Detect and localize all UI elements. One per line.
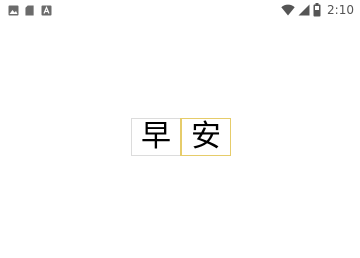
signal-icon [298, 4, 310, 16]
notification-icons [8, 4, 52, 16]
character-cell-2[interactable]: 安 [180, 118, 231, 156]
image-icon [8, 5, 19, 15]
battery-icon [313, 3, 321, 17]
screen: 2:10 早 安 [0, 0, 360, 258]
clock-time: 2:10 [327, 3, 354, 17]
greeting-display: 早 安 [131, 118, 231, 156]
sd-card-icon [25, 5, 34, 16]
character-cell-1[interactable]: 早 [131, 118, 180, 156]
system-indicators: 2:10 [281, 2, 354, 18]
wifi-icon [281, 4, 295, 16]
font-a-icon [41, 5, 52, 15]
status-bar: 2:10 [0, 0, 360, 20]
